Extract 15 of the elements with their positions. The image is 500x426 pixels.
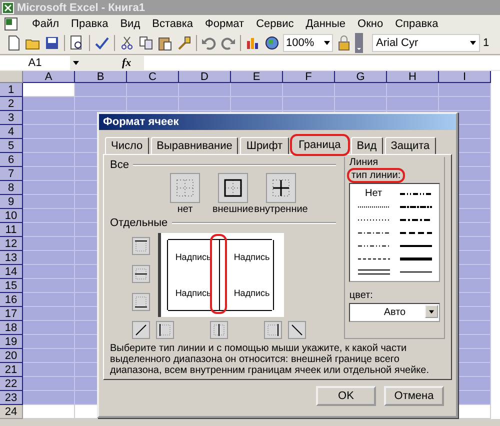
preview-text: Надпись [234,252,270,262]
preset-label: нет [177,204,193,215]
dialog-title: Формат ячеек [103,116,179,128]
window-title: Microsoft Excel - Книга1 [17,2,146,14]
preview-text: Надпись [234,288,270,298]
group-title: Линия [349,157,380,168]
preview-text: Надпись [175,288,212,298]
preset-label: внешние [212,204,254,215]
preset-label: внутренние [254,204,308,215]
preview-text: Надпись [175,252,212,262]
help-text: Выберите тип линии и с помощью мыши укажите, к какой части выделенного диапазона он относится: внешней границе всего диапазона, всем внутренним границам ячеек или отдельной ячейке. [110,343,430,376]
section-label: Отдельные [110,217,168,229]
line-type-label: тип линии: [349,170,403,181]
section-label: Все [110,159,129,171]
color-label: цвет: [349,290,374,301]
